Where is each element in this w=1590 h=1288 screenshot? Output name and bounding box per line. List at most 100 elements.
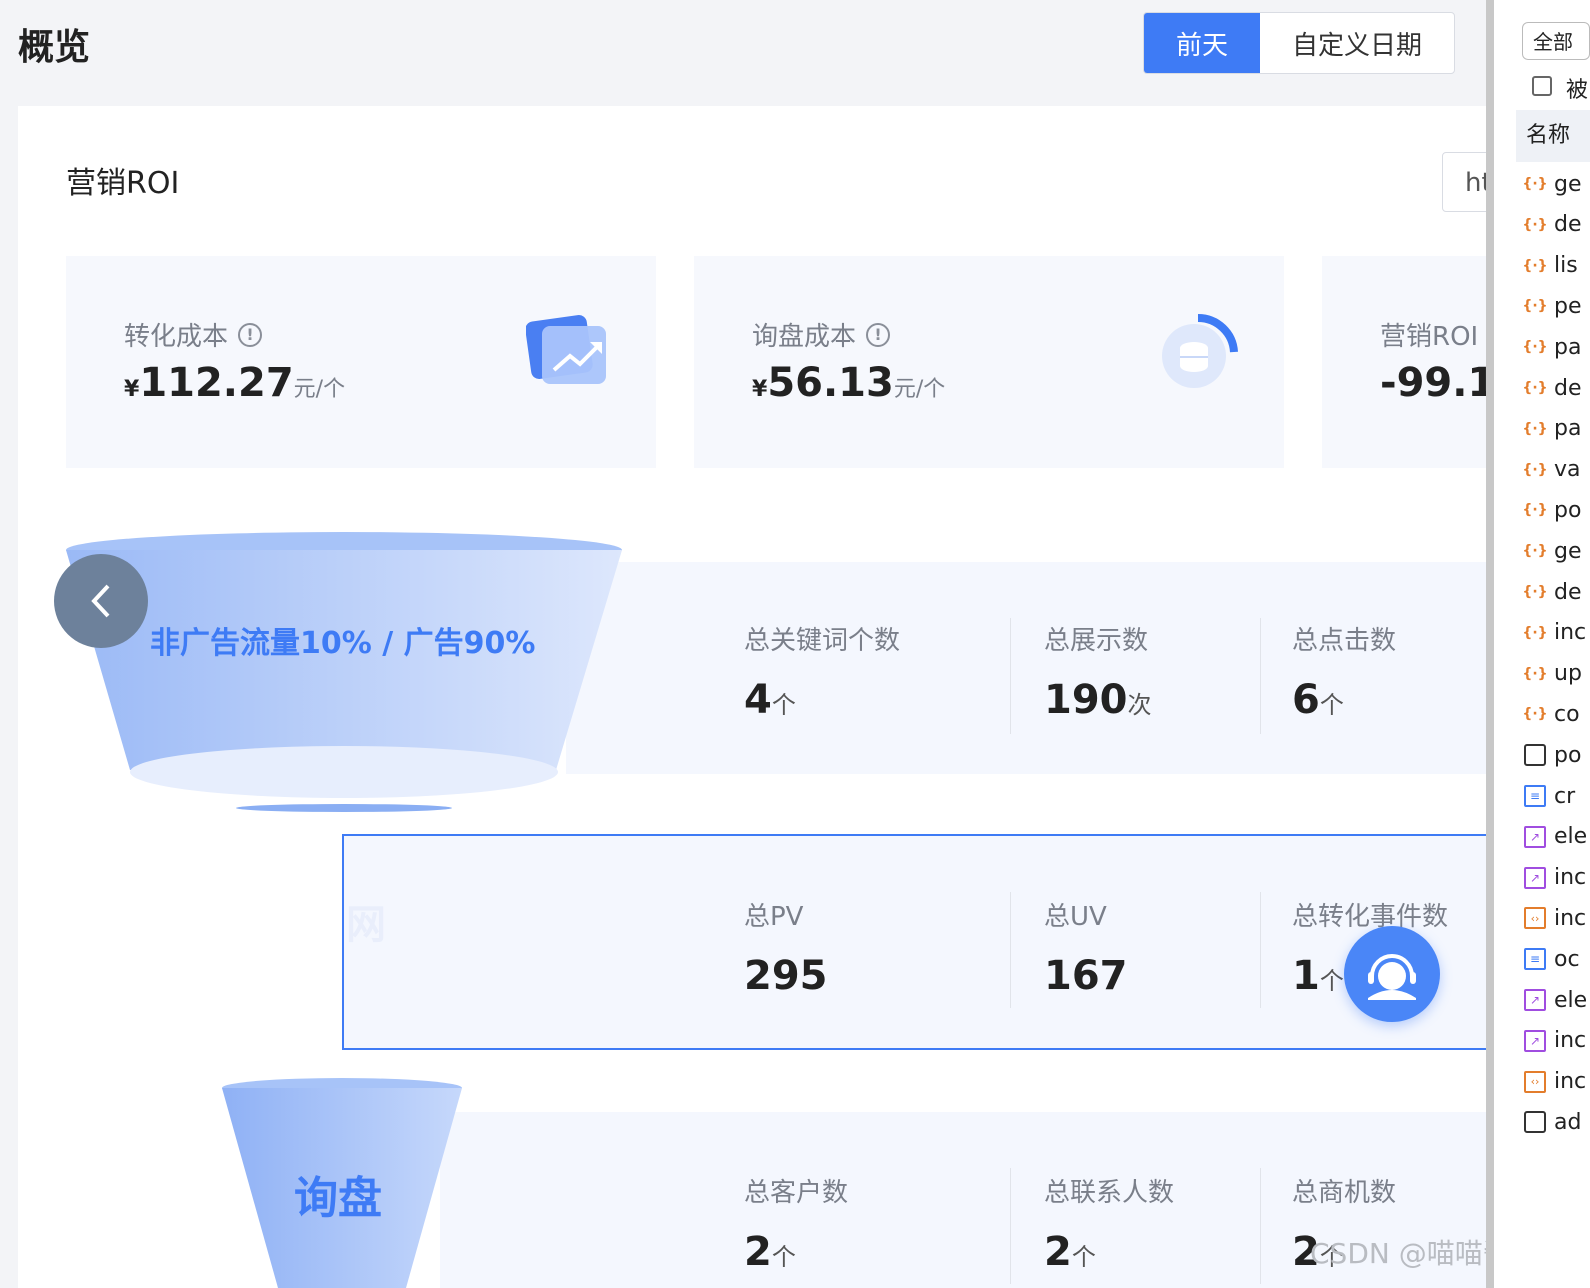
metric-clicks: 总点击数 6个 [1292,620,1396,723]
divider [1260,892,1261,1008]
network-request-row[interactable]: {·} lis [1524,246,1590,286]
network-request-row[interactable]: {·} va [1524,450,1590,490]
customer-service-button[interactable] [1344,926,1440,1022]
network-request-row[interactable]: po [1524,735,1590,775]
network-request-row[interactable]: {·} de [1524,368,1590,408]
network-request-row[interactable]: {·} ge [1524,164,1590,204]
stat-value: 112.27 [139,360,294,406]
stylesheet-icon: ↗ [1524,866,1546,889]
chevron-left-icon [91,584,110,618]
request-name: de [1554,375,1582,401]
xhr-icon: {·} [1524,176,1548,192]
metric-unit: 次 [1127,691,1152,719]
request-name: de [1554,579,1582,605]
filter-checkbox[interactable] [1532,76,1552,96]
network-request-row[interactable]: ↗ ele [1524,817,1590,857]
section-title: 营销ROI [66,166,180,201]
network-request-row[interactable]: {·} pe [1524,286,1590,326]
network-request-row[interactable]: ≡ oc [1524,939,1590,979]
stat-label: 转化成本 [124,322,229,352]
font-icon: ‹› [1524,907,1546,930]
xhr-icon: {·} [1524,380,1548,396]
request-name: inc [1554,620,1587,646]
divider [1010,892,1011,1008]
metric-label: 总商机数 [1292,1178,1397,1208]
metric-label: 总PV [744,902,804,932]
request-name: de [1554,212,1582,238]
network-request-row[interactable]: {·} ge [1524,531,1590,571]
network-request-row[interactable]: ‹› inc [1524,1062,1590,1102]
metric-customers: 总客户数 2个 [744,1172,848,1275]
column-header-name[interactable]: 名称 [1516,110,1590,162]
metric-unit: 个 [1071,1243,1096,1271]
request-name: co [1554,701,1580,727]
stat-label: 询盘成本 [752,322,857,352]
xhr-icon: {·} [1524,461,1548,478]
divider [1010,1168,1011,1284]
network-request-row[interactable]: ↗ inc [1524,858,1590,898]
request-name: ele [1554,824,1588,850]
stylesheet-icon: ↗ [1524,989,1546,1011]
network-request-row[interactable]: {·} inc [1524,613,1590,653]
xhr-icon: {·} [1524,257,1548,274]
metric-label: 总点击数 [1292,626,1397,656]
request-name: po [1554,497,1582,523]
network-request-row[interactable]: {·} co [1524,694,1590,734]
request-name: inc [1554,1028,1587,1054]
network-request-row[interactable]: ad [1524,1102,1590,1142]
network-request-row[interactable]: {·} pa [1524,409,1590,449]
request-name: ge [1554,538,1582,564]
stat-value: 56.13 [767,360,894,406]
xhr-icon: {·} [1524,420,1548,437]
funnel-inquiry-label: 询盘 [294,1173,382,1224]
stat-label: 营销ROI [1380,322,1479,352]
network-request-row[interactable]: ≡ cr [1524,776,1590,816]
request-name: lis [1554,253,1578,279]
panel-scrollbar[interactable] [1486,0,1494,1288]
metric-impressions: 总展示数 190次 [1044,620,1152,723]
network-request-row[interactable]: {·} po [1524,490,1590,530]
network-request-row[interactable]: ↗ inc [1524,1021,1590,1061]
script-icon: ≡ [1524,948,1546,971]
request-name: inc [1554,865,1587,891]
info-icon[interactable]: ! [866,322,891,347]
request-name: ge [1554,171,1582,197]
network-request-row[interactable]: {·} de [1524,572,1590,612]
metric-label: 总关键词个数 [744,626,901,656]
request-name: pa [1554,334,1582,360]
info-icon[interactable]: ! [238,322,263,347]
metric-contacts: 总联系人数 2个 [1044,1172,1174,1275]
metric-value: 1 [1292,953,1320,999]
network-request-row[interactable]: {·} up [1524,654,1590,694]
stat-unit: 元/个 [893,377,946,402]
request-name: po [1554,742,1582,768]
network-request-row[interactable]: ‹› inc [1524,898,1590,938]
metric-value: 167 [1044,953,1128,999]
filter-all-button[interactable]: 全部 [1522,22,1590,60]
request-name: inc [1554,905,1587,931]
metric-unit: 个 [771,691,796,719]
stat-card-conversion-cost: 转化成本! ¥112.27元/个 [66,256,656,468]
date-range-tabs: 前天 自定义日期 [1143,12,1455,74]
tab-day-before-yesterday[interactable]: 前天 [1144,13,1260,73]
funnel-traffic-label: 非广告流量10% / 广告90% [150,626,536,661]
tab-custom-date[interactable]: 自定义日期 [1260,13,1454,73]
xhr-icon: {·} [1524,543,1548,560]
xhr-icon: {·} [1524,665,1548,682]
stylesheet-icon: ↗ [1524,1029,1546,1052]
funnel-website-label: 网 [346,902,386,948]
script-icon: ≡ [1524,785,1546,807]
currency-symbol: ¥ [124,377,140,402]
network-request-row[interactable]: {·} pa [1524,327,1590,367]
back-button[interactable] [54,554,148,648]
request-name: cr [1554,783,1576,809]
network-request-row[interactable]: {·} de [1524,205,1590,245]
headset-icon [1368,954,1416,1000]
network-request-row[interactable]: ↗ ele [1524,980,1590,1020]
font-icon: ‹› [1524,1070,1546,1093]
currency-symbol: ¥ [752,377,768,402]
metric-value: 295 [744,953,828,999]
metric-pv: 总PV 295 [744,896,828,999]
xhr-icon: {·} [1524,339,1548,356]
stylesheet-icon: ↗ [1524,825,1546,848]
